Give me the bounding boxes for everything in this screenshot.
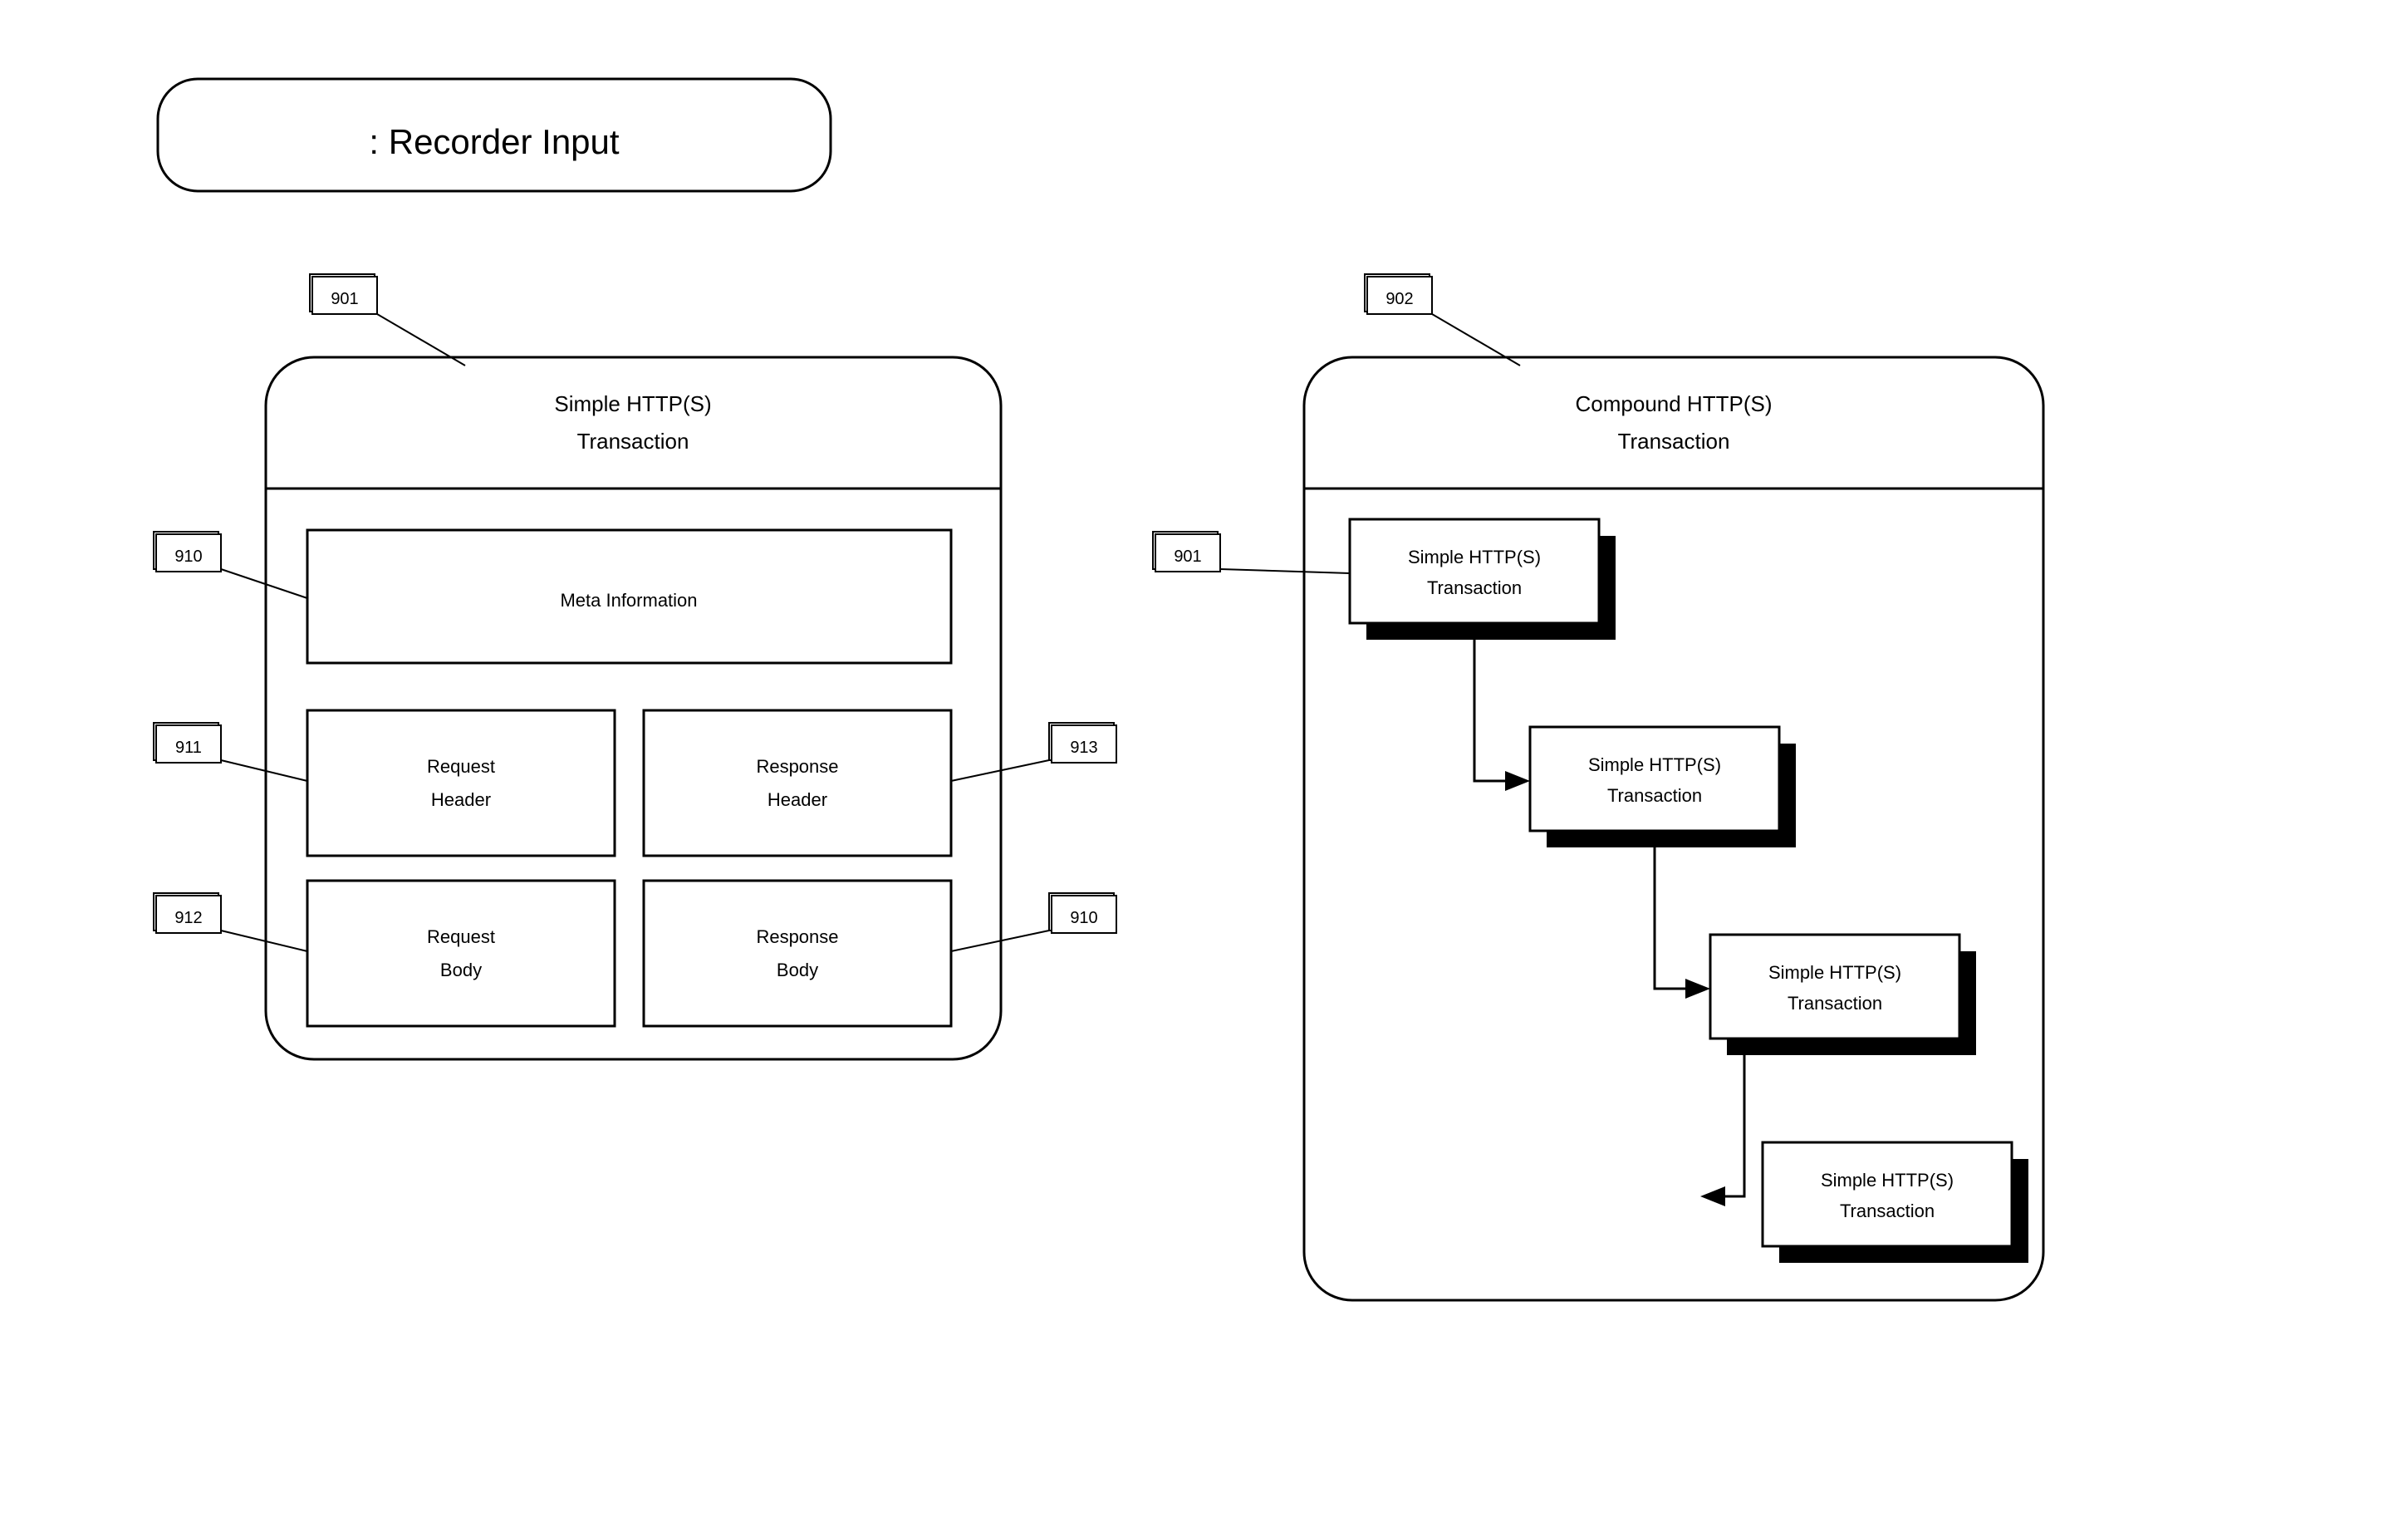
svg-text:901: 901: [1174, 548, 1201, 566]
ref-912: 912: [154, 893, 307, 951]
compound-title-l2: Transaction: [1618, 429, 1730, 454]
arrow-2-3: [1655, 847, 1710, 999]
svg-text:Transaction: Transaction: [1840, 1201, 1935, 1221]
svg-text:910: 910: [174, 548, 202, 566]
svg-text:913: 913: [1070, 739, 1097, 757]
response-header-box: Response Header: [644, 710, 951, 856]
ref-902: 902: [1365, 274, 1520, 366]
arrow-3-4: [1700, 1055, 1744, 1206]
svg-text:Simple HTTP(S): Simple HTTP(S): [1588, 754, 1721, 775]
svg-text:Response: Response: [756, 926, 838, 947]
simple-title-l1: Simple HTTP(S): [554, 391, 711, 416]
ref-901a: 901: [310, 274, 465, 366]
svg-text:Transaction: Transaction: [1427, 577, 1522, 598]
ref-910a: 910: [154, 532, 307, 598]
svg-text:912: 912: [174, 909, 202, 927]
header-title: : Recorder Input: [369, 122, 619, 161]
svg-text:Simple HTTP(S): Simple HTTP(S): [1821, 1170, 1954, 1191]
ref-913: 913: [951, 723, 1116, 781]
request-header-box: Request Header: [307, 710, 615, 856]
svg-text:Body: Body: [440, 960, 482, 980]
svg-text:Transaction: Transaction: [1788, 993, 1882, 1014]
header-box: : Recorder Input: [158, 79, 831, 191]
svg-text:Response: Response: [756, 756, 838, 777]
svg-text:Simple HTTP(S): Simple HTTP(S): [1408, 547, 1541, 567]
compound-node-4: Simple HTTP(S) Transaction: [1763, 1142, 2028, 1263]
svg-text:Simple HTTP(S): Simple HTTP(S): [1768, 962, 1901, 983]
svg-text:Request: Request: [427, 756, 495, 777]
diagram: : Recorder Input Simple HTTP(S) Transact…: [0, 0, 2408, 1537]
svg-text:910: 910: [1070, 909, 1097, 927]
compound-node-3: Simple HTTP(S) Transaction: [1710, 935, 1976, 1055]
ref-910b: 910: [951, 893, 1116, 951]
compound-node-2: Simple HTTP(S) Transaction: [1530, 727, 1796, 847]
response-body-box: Response Body: [644, 881, 951, 1026]
simple-title-l2: Transaction: [577, 429, 689, 454]
compound-panel: Compound HTTP(S) Transaction Simple HTTP…: [1304, 357, 2043, 1300]
meta-info-label: Meta Information: [560, 590, 697, 611]
compound-title-l1: Compound HTTP(S): [1576, 391, 1773, 416]
arrow-1-2: [1474, 640, 1530, 791]
svg-text:901: 901: [331, 290, 358, 308]
request-body-box: Request Body: [307, 881, 615, 1026]
ref-911: 911: [154, 723, 307, 781]
svg-text:Header: Header: [431, 789, 491, 810]
svg-text:902: 902: [1385, 290, 1413, 308]
compound-node-1: Simple HTTP(S) Transaction: [1350, 519, 1616, 640]
svg-text:Header: Header: [768, 789, 827, 810]
svg-text:Body: Body: [777, 960, 818, 980]
ref-901b: 901: [1153, 532, 1350, 573]
svg-text:Transaction: Transaction: [1607, 785, 1702, 806]
svg-text:Request: Request: [427, 926, 495, 947]
svg-text:911: 911: [175, 739, 202, 757]
meta-info-box: Meta Information: [307, 530, 951, 663]
simple-panel: Simple HTTP(S) Transaction Meta Informat…: [266, 357, 1001, 1059]
